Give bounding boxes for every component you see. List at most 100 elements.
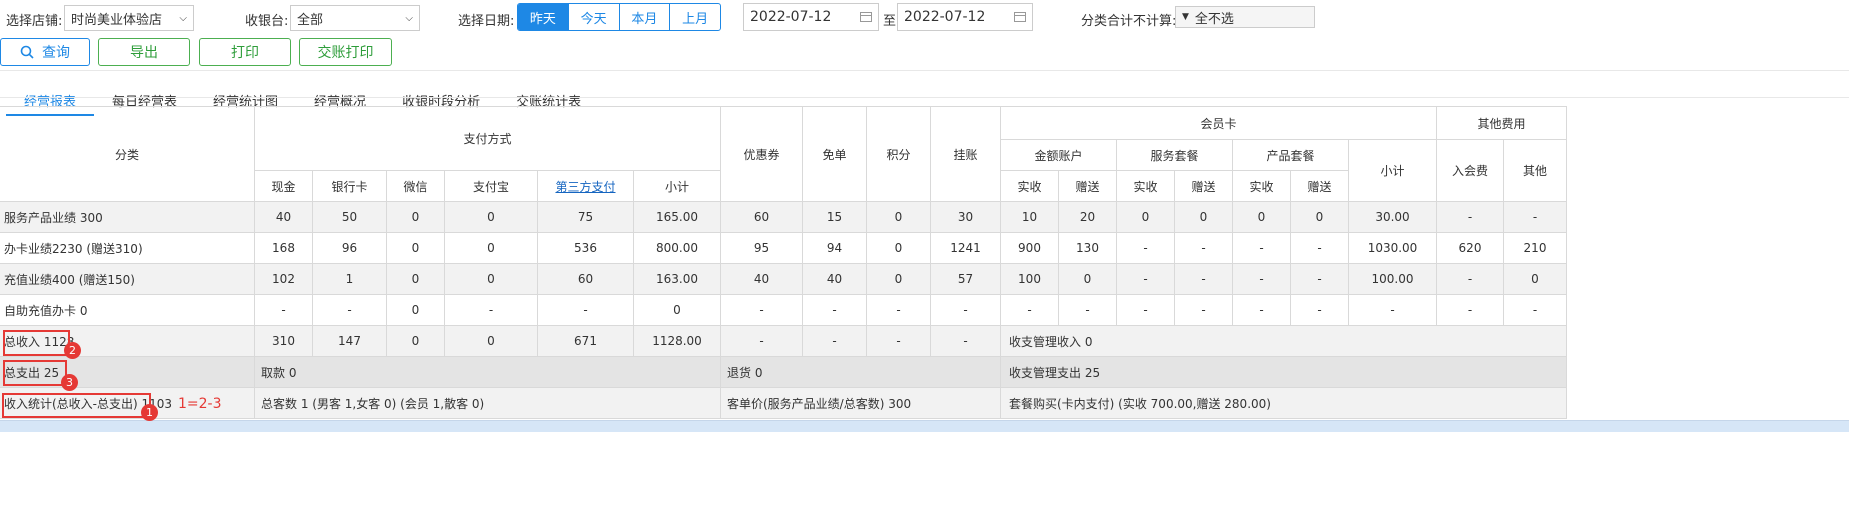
- total-income-row: 总收入 1128 310 147 0 0 671 1128.00 - - - -…: [0, 325, 1567, 357]
- table-cell: -: [312, 294, 387, 326]
- header-pay-subtotal: 小计: [633, 170, 721, 202]
- table-cell: -: [1290, 294, 1349, 326]
- table-cell: 10: [1000, 201, 1059, 233]
- header-other-fees: 其他费用: [1436, 106, 1567, 140]
- header-other: 其他: [1503, 139, 1567, 202]
- page-background: [0, 432, 1849, 510]
- header-third-party[interactable]: 第三方支付: [537, 170, 634, 202]
- date-to-value: 2022-07-12: [904, 9, 986, 25]
- avg-price-cell: 客单价(服务产品业绩/总客数) 300: [720, 387, 1001, 419]
- table-cell: 0: [444, 232, 538, 264]
- table-cell: 0: [444, 201, 538, 233]
- table-cell: 536: [537, 232, 634, 264]
- date-btn-yesterday[interactable]: 昨天: [518, 4, 569, 30]
- date-label: 选择日期:: [458, 14, 515, 29]
- date-to-input[interactable]: 2022-07-12: [897, 3, 1033, 31]
- date-btn-this-month[interactable]: 本月: [620, 4, 671, 30]
- table-cell: -: [802, 325, 867, 357]
- table-cell: 1241: [930, 232, 1001, 264]
- table-cell: -: [254, 294, 313, 326]
- table-cell: 20: [1058, 201, 1117, 233]
- shift-print-button[interactable]: 交账打印: [299, 38, 392, 66]
- table-cell: -: [1116, 263, 1175, 295]
- table-cell: -: [537, 294, 634, 326]
- table-cell: -: [444, 294, 538, 326]
- table-cell: -: [720, 325, 803, 357]
- annotation-box-net-income: [2, 393, 151, 418]
- table-cell: 0: [866, 232, 931, 264]
- table-cell: 0: [1290, 201, 1349, 233]
- table-cell: 1030.00: [1348, 232, 1437, 264]
- header-received: 实收: [1116, 170, 1175, 202]
- mgmt-expense-cell: 收支管理支出 25: [1000, 356, 1567, 388]
- row-category: 充值业绩400 (赠送150): [0, 263, 255, 295]
- header-alipay: 支付宝: [444, 170, 538, 202]
- calendar-icon[interactable]: [1014, 12, 1026, 22]
- cashier-select-value: 全部: [297, 12, 324, 28]
- report-table: 分类 支付方式 优惠券 免单 积分 挂账 会员卡 其他费用 金额账户 服务套餐 …: [0, 106, 1567, 419]
- cashier-label: 收银台:: [245, 14, 289, 29]
- caret-down-icon: ▼: [1182, 12, 1189, 22]
- table-cell: 0: [386, 201, 445, 233]
- row-category: 自助充值办卡 0: [0, 294, 255, 326]
- table-cell: -: [1290, 232, 1349, 264]
- table-cell: 102: [254, 263, 313, 295]
- date-btn-today[interactable]: 今天: [569, 4, 620, 30]
- total-expense-row: 总支出 25 取款 0 退货 0 收支管理支出 25: [0, 356, 1567, 388]
- table-cell: 40: [254, 201, 313, 233]
- export-button[interactable]: 导出: [98, 38, 190, 66]
- table-cell: -: [1436, 201, 1504, 233]
- table-cell: -: [1000, 294, 1059, 326]
- header-service-package: 服务套餐: [1116, 139, 1233, 171]
- header-amount-account: 金额账户: [1000, 139, 1117, 171]
- table-cell: -: [930, 325, 1001, 357]
- table-row: 办卡业绩2230 (赠送310) 168 96 0 0 536 800.00 95 94 0 124…: [0, 232, 1567, 264]
- store-select[interactable]: 时尚美业体验店 ⌵: [64, 5, 194, 31]
- store-select-value: 时尚美业体验店: [71, 12, 163, 28]
- annotation-formula: 1=2-3: [178, 396, 222, 412]
- header-gift: 赠送: [1174, 170, 1233, 202]
- table-cell: -: [1174, 232, 1233, 264]
- table-cell: 30: [930, 201, 1001, 233]
- header-gift: 赠送: [1290, 170, 1349, 202]
- date-btn-last-month[interactable]: 上月: [670, 4, 720, 30]
- table-cell: -: [1503, 294, 1567, 326]
- header-received: 实收: [1232, 170, 1291, 202]
- table-cell: 60: [720, 201, 803, 233]
- print-button[interactable]: 打印: [199, 38, 291, 66]
- header-free: 免单: [802, 106, 867, 202]
- table-cell: 50: [312, 201, 387, 233]
- query-button[interactable]: 查询: [0, 38, 90, 66]
- table-cell: -: [866, 294, 931, 326]
- table-cell: 0: [1174, 201, 1233, 233]
- package-purchase-cell: 套餐购买(卡内支付) (实收 700.00,赠送 280.00): [1000, 387, 1567, 419]
- calendar-icon[interactable]: [860, 12, 872, 22]
- date-from-input[interactable]: 2022-07-12: [743, 3, 879, 31]
- header-coupon: 优惠券: [720, 106, 803, 202]
- table-cell: 0: [444, 263, 538, 295]
- table-cell: -: [1503, 201, 1567, 233]
- table-cell: 96: [312, 232, 387, 264]
- cashier-select[interactable]: 全部 ⌵: [290, 5, 420, 31]
- table-cell: 0: [1503, 263, 1567, 295]
- table-cell: 800.00: [633, 232, 721, 264]
- third-party-pay-link[interactable]: 第三方支付: [555, 180, 615, 194]
- annotation-box-total-expense: [3, 360, 67, 386]
- table-cell: 0: [386, 294, 445, 326]
- category-multiselect[interactable]: ▼ 全不选: [1175, 6, 1315, 28]
- annotation-badge-1: 1: [141, 404, 158, 421]
- table-row: 自助充值办卡 0--0--0-------------: [0, 294, 1567, 326]
- table-cell: -: [1058, 294, 1117, 326]
- table-cell: 130: [1058, 232, 1117, 264]
- table-cell: 147: [312, 325, 387, 357]
- table-cell: 0: [633, 294, 721, 326]
- header-received: 实收: [1000, 170, 1059, 202]
- table-cell: -: [1232, 263, 1291, 295]
- table-cell: 620: [1436, 232, 1504, 264]
- date-from-value: 2022-07-12: [750, 9, 832, 25]
- table-cell: -: [930, 294, 1001, 326]
- mgmt-income-cell: 收支管理收入 0: [1000, 325, 1567, 357]
- chevron-down-icon: ⌵: [179, 12, 187, 24]
- table-cell: 40: [802, 263, 867, 295]
- header-category: 分类: [0, 106, 255, 202]
